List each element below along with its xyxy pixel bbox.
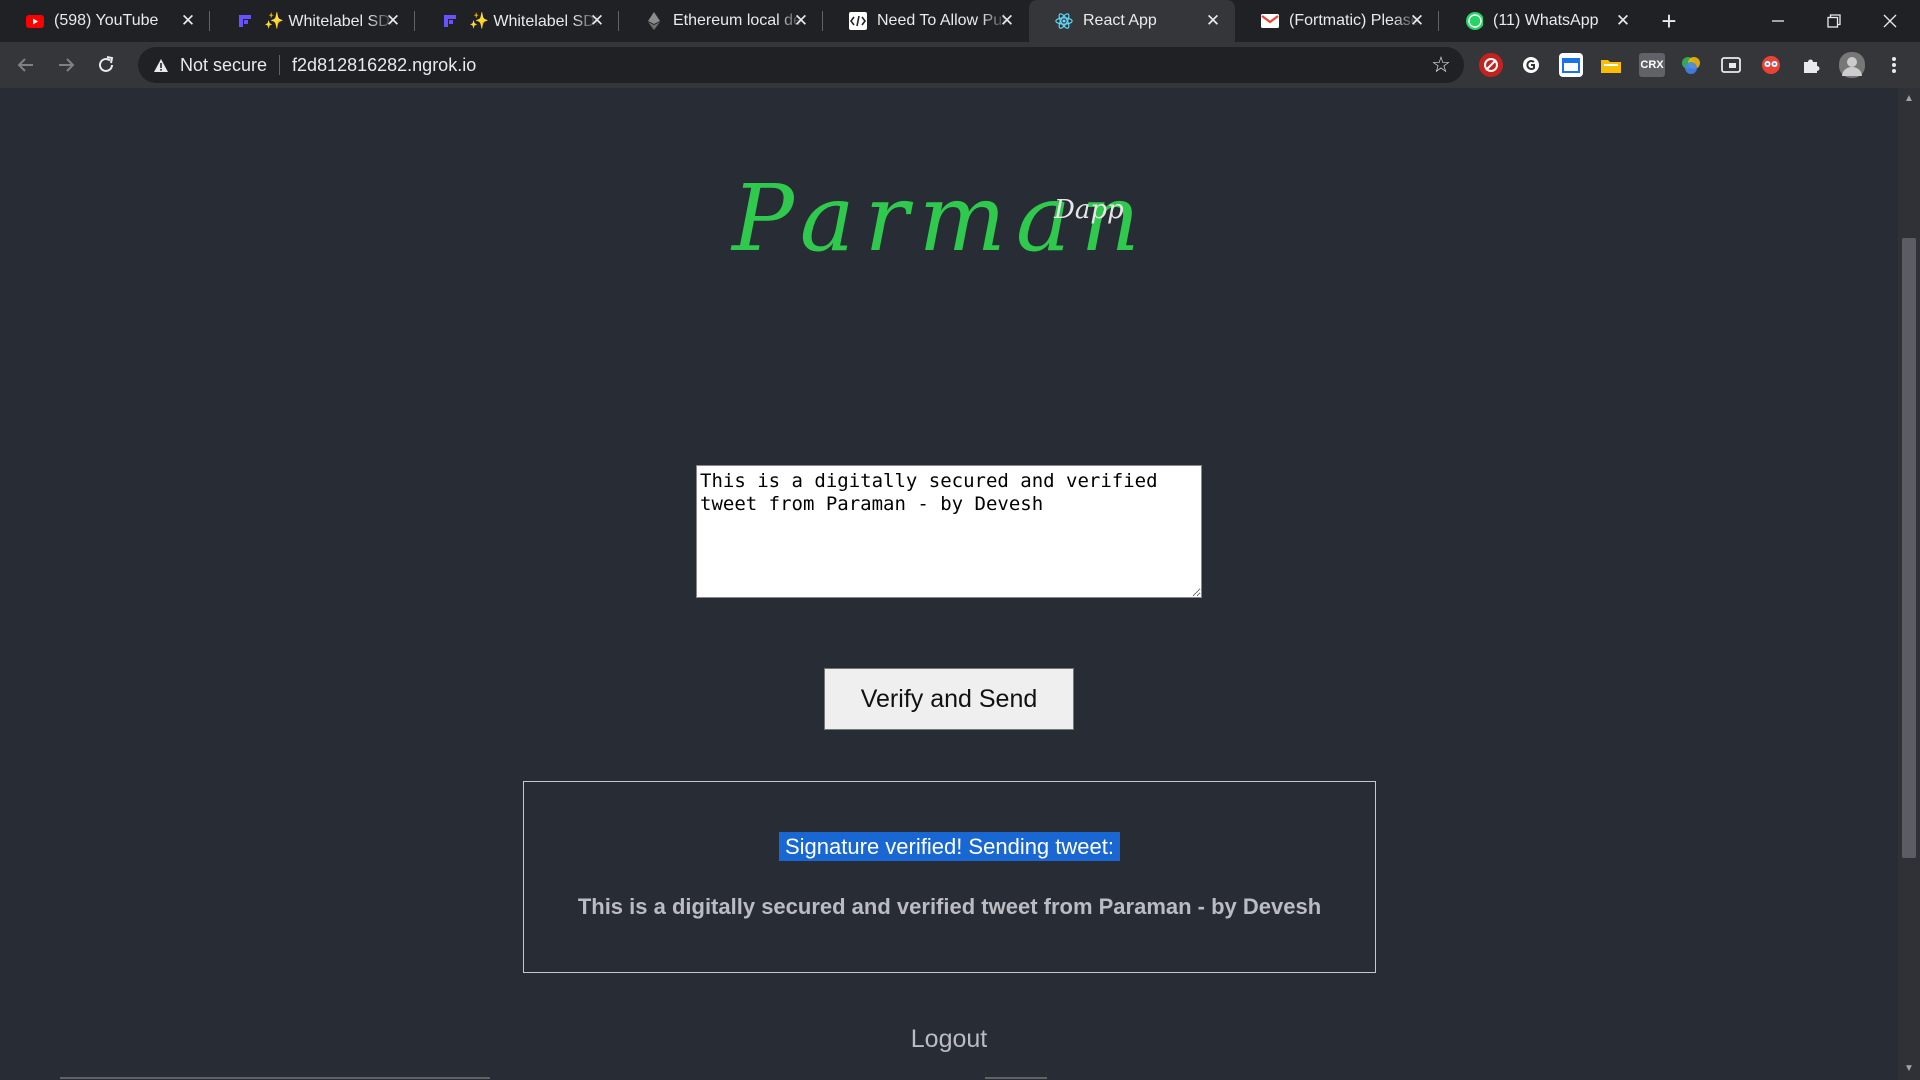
whatsapp-icon <box>1465 12 1483 30</box>
new-tab-button[interactable]: + <box>1655 8 1683 36</box>
browser-toolbar: Not secure f2d812816282.ngrok.io ☆ CRX <box>0 42 1920 88</box>
minimize-button[interactable] <box>1750 0 1806 42</box>
code-icon <box>849 12 867 30</box>
folder-icon[interactable] <box>1599 53 1623 77</box>
tab-whitelabel-sdk-1[interactable]: ✨ Whitelabel SDK ✕ <box>210 0 415 42</box>
security-status[interactable]: Not secure <box>180 55 267 76</box>
crx-label: CRX <box>1640 59 1664 71</box>
react-icon <box>1055 12 1073 30</box>
tab-whatsapp[interactable]: (11) WhatsApp ✕ <box>1439 0 1645 42</box>
restore-button[interactable] <box>1806 0 1862 42</box>
ethereum-icon <box>645 12 663 30</box>
address-divider <box>279 55 281 75</box>
tab-title: ✨ Whitelabel SDK <box>264 13 394 30</box>
warning-icon <box>152 56 170 74</box>
result-panel: Signature verified! Sending tweet: This … <box>523 781 1376 973</box>
tab-title: Need To Allow Pub <box>877 12 1007 29</box>
tab-fortmatic-gmail[interactable]: (Fortmatic) Please ✕ <box>1235 0 1439 42</box>
crx-icon[interactable]: CRX <box>1639 53 1665 77</box>
tweet-input[interactable] <box>696 465 1202 598</box>
tab-title: ✨ Whitelabel SDK <box>469 13 599 30</box>
tab-need-to-allow[interactable]: Need To Allow Pub ✕ <box>823 0 1029 42</box>
color-picker-icon[interactable] <box>1679 53 1703 77</box>
gmail-icon <box>1261 12 1279 30</box>
profile-avatar[interactable] <box>1839 52 1865 78</box>
close-icon[interactable]: ✕ <box>178 11 198 31</box>
forward-button[interactable] <box>52 51 80 79</box>
fortmatic-icon <box>441 12 459 30</box>
scroll-down-arrow-icon[interactable]: ▼ <box>1902 1062 1916 1076</box>
tab-strip: (598) YouTube ✕ ✨ Whitelabel SDK ✕ ✨ Whi… <box>0 0 1920 42</box>
address-bar[interactable]: Not secure f2d812816282.ngrok.io ☆ <box>138 47 1464 83</box>
close-icon[interactable]: ✕ <box>1613 11 1633 31</box>
calendar-icon[interactable] <box>1559 53 1583 77</box>
grammarly-icon[interactable] <box>1519 53 1543 77</box>
puzzle-icon[interactable] <box>1799 53 1823 77</box>
browser-menu-button[interactable] <box>1880 51 1908 79</box>
cast-icon[interactable] <box>1719 53 1743 77</box>
tab-ethereum-local-dev[interactable]: Ethereum local dev ✕ <box>619 0 823 42</box>
status-message: Signature verified! Sending tweet: <box>779 832 1120 861</box>
close-icon[interactable]: ✕ <box>383 11 403 31</box>
tab-youtube[interactable]: (598) YouTube ✕ <box>0 0 210 42</box>
fortmatic-icon <box>236 12 254 30</box>
more-vertical-icon <box>1892 57 1896 73</box>
sent-tweet-text: This is a digitally secured and verified… <box>577 894 1322 919</box>
close-icon[interactable]: ✕ <box>1407 11 1427 31</box>
tab-react-app[interactable]: React App ✕ <box>1029 0 1235 42</box>
app-logo-superscript: Dapp <box>1054 195 1124 225</box>
ublock-icon[interactable] <box>1479 53 1503 77</box>
close-window-button[interactable] <box>1862 0 1918 42</box>
close-icon[interactable]: ✕ <box>997 11 1017 31</box>
back-button[interactable] <box>12 51 40 79</box>
tab-whitelabel-sdk-2[interactable]: ✨ Whitelabel SDK ✕ <box>415 0 619 42</box>
bookmark-star-icon[interactable]: ☆ <box>1430 54 1452 76</box>
minimize-icon <box>1772 20 1784 22</box>
tab-title: (598) YouTube <box>54 12 159 29</box>
page-scrollbar[interactable]: ▲ ▼ <box>1898 88 1920 1080</box>
status-message-row: Signature verified! Sending tweet: <box>524 832 1375 861</box>
arrow-right-icon <box>59 58 75 72</box>
scroll-up-arrow-icon[interactable]: ▲ <box>1902 92 1916 106</box>
close-icon[interactable]: ✕ <box>1203 11 1223 31</box>
verify-and-send-button[interactable]: Verify and Send <box>824 668 1074 730</box>
arrow-left-icon <box>17 58 33 72</box>
restore-icon <box>1827 14 1841 28</box>
close-icon[interactable]: ✕ <box>791 11 811 31</box>
tab-title: (Fortmatic) Please <box>1289 12 1419 29</box>
logout-link[interactable]: Logout <box>0 1025 1898 1054</box>
youtube-icon <box>26 12 44 30</box>
url-text[interactable]: f2d812816282.ngrok.io <box>292 55 476 76</box>
tab-title: (11) WhatsApp <box>1493 12 1599 29</box>
reload-button[interactable] <box>92 51 120 79</box>
close-icon <box>1883 14 1897 28</box>
extension-icon[interactable] <box>1759 53 1783 77</box>
close-icon[interactable]: ✕ <box>587 11 607 31</box>
tab-title: React App <box>1083 12 1157 29</box>
divider <box>985 1077 1047 1079</box>
scrollbar-thumb[interactable] <box>1902 238 1916 858</box>
divider <box>60 1077 490 1079</box>
tab-title: Ethereum local dev <box>673 12 803 29</box>
reload-icon <box>99 56 114 72</box>
